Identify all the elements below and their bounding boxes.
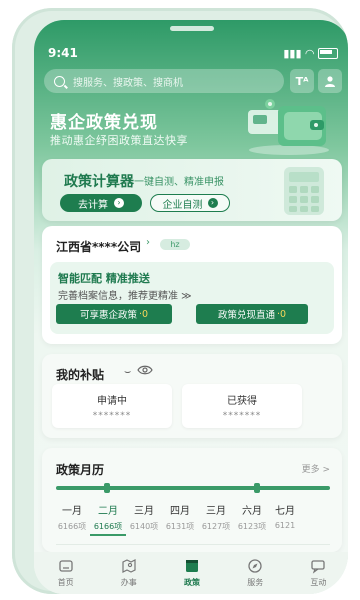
- status-time: 9:41: [48, 46, 78, 60]
- search-input[interactable]: 搜服务、搜政策、搜商机: [44, 69, 284, 93]
- month-name: 三月: [134, 506, 154, 517]
- policy-direct-button[interactable]: 政策兑现直通 ·0: [196, 304, 308, 324]
- calendar-more-link[interactable]: 更多 >: [302, 462, 330, 475]
- tab-label: 办事: [120, 578, 137, 587]
- month-item-selected[interactable]: 二月 6166项: [90, 502, 126, 536]
- eye-closed-icon[interactable]: ⌣: [124, 365, 131, 379]
- tab-policy[interactable]: 政策: [160, 552, 223, 594]
- subsidy-applying-box[interactable]: 申请中 *******: [52, 384, 172, 428]
- search-icon: [54, 75, 65, 87]
- applying-label: 申请中: [97, 396, 127, 407]
- month-item[interactable]: 四月 6131项: [162, 502, 198, 536]
- tab-interaction[interactable]: 互动: [287, 552, 348, 594]
- month-count: 6131项: [165, 522, 195, 531]
- month-count: 6140项: [129, 522, 159, 531]
- tab-label: 政策: [184, 578, 200, 587]
- tab-label: 服务: [247, 578, 264, 587]
- month-item[interactable]: 三月 6127项: [198, 502, 234, 536]
- hero-subtitle: 推动惠企纾困政策直达快享: [50, 134, 188, 147]
- status-bar: 9:41 ▮▮▮ ◠: [48, 44, 338, 62]
- month-count: 6166项: [93, 522, 123, 531]
- compass-icon: [248, 559, 262, 573]
- month-item[interactable]: 三月 6140项: [126, 502, 162, 536]
- arrow-right-icon: ›: [207, 198, 218, 208]
- battery-icon: [318, 47, 338, 59]
- self-test-label: 企业自测: [162, 199, 203, 211]
- enterprise-self-test-button[interactable]: 企业自测 ›: [150, 194, 230, 212]
- month-name: 一月: [62, 506, 82, 517]
- month-name: 六月: [242, 506, 262, 517]
- company-tag: hz: [160, 239, 190, 250]
- calculator-subtitle: 一键自测、精准申报: [134, 177, 224, 188]
- text-size-icon: Tᴬ: [295, 74, 309, 88]
- timeline-marker: [104, 483, 110, 493]
- arrow-right-icon: ›: [114, 198, 124, 208]
- month-name: 三月: [206, 506, 226, 517]
- policy-icon: [186, 560, 198, 572]
- enjoyable-policies-count: ·0: [138, 308, 149, 320]
- tab-label: 互动: [310, 578, 327, 587]
- timeline-marker: [254, 483, 260, 493]
- enjoyable-policies-label: 可享惠企政策: [79, 310, 137, 321]
- tab-label: 首页: [57, 578, 74, 587]
- search-placeholder: 搜服务、搜政策、搜商机: [73, 77, 183, 89]
- month-count: 6166项: [57, 522, 87, 531]
- subsidy-obtained-box[interactable]: 已获得 *******: [182, 384, 302, 428]
- month-item[interactable]: 六月 6123项: [234, 502, 270, 536]
- wallet-illustration-icon: [248, 99, 329, 155]
- visibility-toggle[interactable]: ⌣: [124, 365, 153, 379]
- home-icon: [58, 560, 73, 572]
- chevron-right-icon[interactable]: ›: [146, 237, 150, 248]
- calendar-timeline: [56, 483, 330, 493]
- company-name[interactable]: 江西省****公司: [56, 238, 141, 255]
- policy-calculator-card[interactable]: 政策计算器 一键自测、精准申报 去计算 › 企业自测 ›: [42, 159, 342, 221]
- calendar-title: 政策月历: [56, 463, 105, 477]
- user-icon: [325, 76, 335, 87]
- enjoyable-policies-button[interactable]: 可享惠企政策 ·0: [56, 304, 172, 324]
- tab-service[interactable]: 服务: [224, 552, 287, 594]
- status-icons: ▮▮▮ ◠: [283, 47, 338, 60]
- hero-title: 惠企政策兑现: [50, 113, 158, 133]
- month-count: 6127项: [201, 522, 231, 531]
- smart-match-title: 智能匹配 精准推送: [58, 272, 150, 285]
- policy-direct-count: ·0: [276, 308, 287, 320]
- smart-match-panel: 智能匹配 精准推送 完善档案信息，推荐更精准 ≫ 可享惠企政策 ·0 政策兑现直…: [50, 262, 334, 334]
- map-icon: [122, 559, 136, 573]
- policy-calendar-card: 政策月历 更多 > 一月 6166项 二月 6166项 三月 6140项 四月 …: [42, 448, 342, 552]
- my-subsidy-card: 我的补贴 ⌣ 申请中 ******* 已获得 *******: [42, 354, 342, 438]
- obtained-label: 已获得: [227, 396, 257, 407]
- tab-services[interactable]: 办事: [97, 552, 160, 594]
- go-calculate-label: 去计算: [78, 199, 108, 211]
- phone-speaker: [170, 26, 214, 31]
- eye-icon[interactable]: [137, 365, 153, 375]
- month-name: 四月: [170, 506, 190, 517]
- wifi-icon: ◠: [305, 46, 314, 60]
- month-count: 6123项: [237, 522, 267, 531]
- month-item[interactable]: 一月 6166项: [54, 502, 90, 536]
- complete-profile-link[interactable]: 完善档案信息，推荐更精准 ≫: [58, 287, 192, 302]
- divider: [56, 544, 330, 545]
- signal-icon: ▮▮▮: [283, 46, 302, 60]
- month-name: 二月: [98, 506, 118, 517]
- chat-icon: [311, 560, 326, 574]
- tab-home[interactable]: 首页: [34, 552, 97, 594]
- phone-frame: 9:41 ▮▮▮ ◠ 搜服务、搜政策、搜商机 Tᴬ 惠企政策兑现 推动惠企纾困政…: [12, 8, 348, 594]
- company-card: 江西省****公司 › hz 智能匹配 精准推送 完善档案信息，推荐更精准 ≫ …: [42, 226, 342, 344]
- month-count: 6121: [274, 521, 296, 530]
- calculator-title: 政策计算器: [64, 174, 134, 190]
- text-size-button[interactable]: Tᴬ: [290, 69, 314, 93]
- month-list: 一月 6166项 二月 6166项 三月 6140项 四月 6131项 三月 6…: [54, 502, 342, 536]
- profile-button[interactable]: [318, 69, 342, 93]
- app-screen: 9:41 ▮▮▮ ◠ 搜服务、搜政策、搜商机 Tᴬ 惠企政策兑现 推动惠企纾困政…: [34, 20, 348, 594]
- bottom-tab-bar: 首页 办事 政策 服务 互动: [34, 552, 348, 594]
- applying-value: *******: [92, 411, 132, 421]
- subsidy-title: 我的补贴: [56, 368, 105, 382]
- go-calculate-button[interactable]: 去计算 ›: [60, 194, 142, 212]
- calculator-illustration-icon: [284, 167, 324, 215]
- month-name: 七月: [275, 506, 295, 517]
- obtained-value: *******: [222, 411, 262, 421]
- month-item[interactable]: 七月 6121: [270, 502, 300, 536]
- policy-direct-label: 政策兑现直通: [217, 310, 275, 321]
